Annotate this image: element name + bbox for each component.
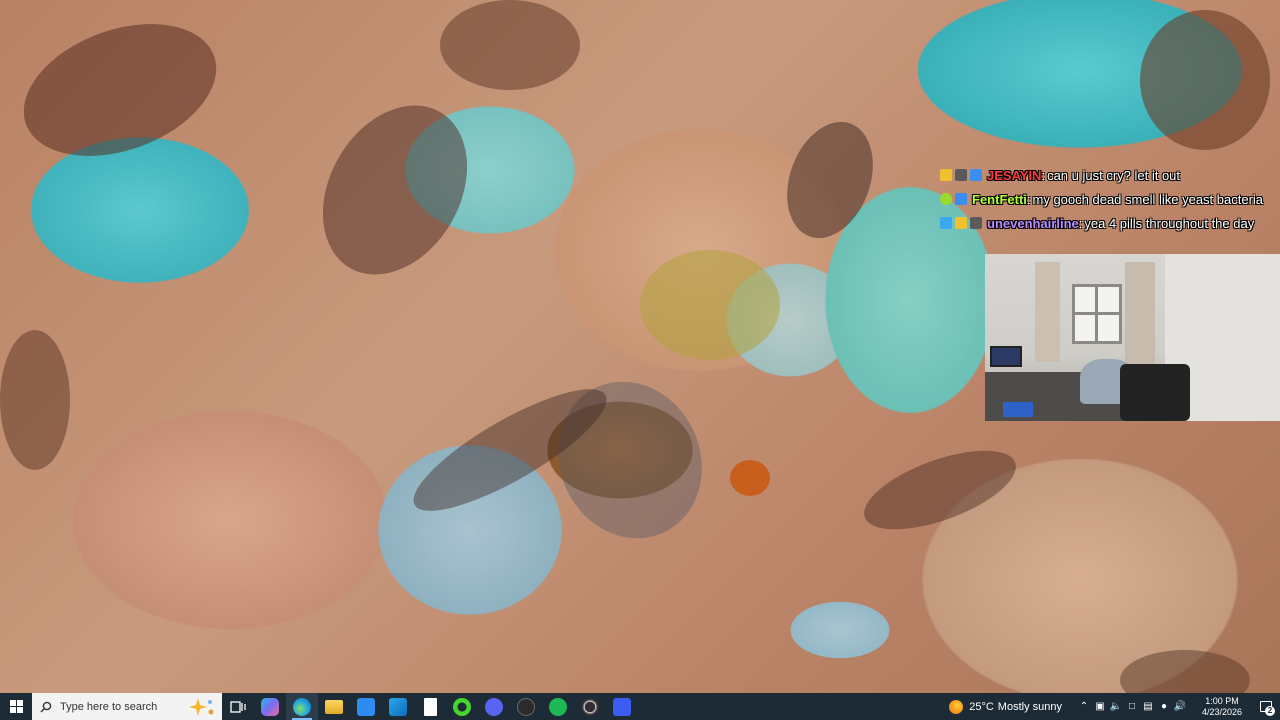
network-adapter-icon[interactable]: ▣ bbox=[1092, 693, 1108, 720]
chat-text: can u just cry? let it out bbox=[1047, 167, 1181, 183]
crown-badge-icon bbox=[940, 169, 952, 181]
badge-icon bbox=[955, 169, 967, 181]
discord-button[interactable] bbox=[478, 693, 510, 720]
weather-temp: 25°C bbox=[969, 700, 994, 713]
microsoft-store-button[interactable] bbox=[350, 693, 382, 720]
taskbar-clock[interactable]: 1:00 PM 4/23/2026 bbox=[1192, 696, 1252, 718]
media-player-icon bbox=[517, 697, 535, 716]
file-explorer-button[interactable] bbox=[318, 693, 350, 720]
chat-username: FentFetti bbox=[972, 191, 1027, 207]
system-tray: 25°C Mostly sunny ⌃ ▣ 🔈 □ ▤ ● 🔊 1:00 PM … bbox=[949, 693, 1280, 720]
notepad-icon bbox=[423, 697, 437, 716]
file-explorer-icon bbox=[325, 699, 343, 714]
windows-logo-icon bbox=[9, 700, 23, 713]
razer-button[interactable] bbox=[446, 693, 478, 720]
search-highlight-icon bbox=[184, 696, 218, 718]
task-view-icon bbox=[230, 700, 246, 713]
chat-username: JESAYIN bbox=[987, 167, 1042, 183]
clock-time: 1:00 PM bbox=[1205, 695, 1239, 706]
microsoft-store-icon bbox=[357, 697, 375, 716]
chat-message: unevenhairline : yea 4 pills throughout … bbox=[940, 211, 1280, 235]
folder-tray-icon[interactable]: □ bbox=[1124, 693, 1140, 720]
sun-icon bbox=[949, 699, 964, 714]
outlook-icon bbox=[389, 697, 407, 716]
copilot-button[interactable] bbox=[254, 693, 286, 720]
speaker-icon[interactable]: 🔈 bbox=[1108, 693, 1124, 720]
edge-button[interactable] bbox=[286, 693, 318, 720]
chat-message: JESAYIN : can u just cry? let it out bbox=[940, 163, 1280, 187]
chat-message: FentFetti : my gooch dead smell like yea… bbox=[940, 187, 1280, 211]
stream-chat-overlay: JESAYIN : can u just cry? let it out Fen… bbox=[940, 163, 1280, 235]
weather-widget[interactable]: 25°C Mostly sunny bbox=[949, 699, 1062, 714]
microphone-icon[interactable]: ● bbox=[1156, 693, 1172, 720]
app-button[interactable] bbox=[606, 693, 638, 720]
spotify-button[interactable] bbox=[542, 693, 574, 720]
gem-badge-icon bbox=[955, 193, 967, 205]
copilot-icon bbox=[261, 697, 279, 716]
start-button[interactable] bbox=[0, 693, 32, 720]
network-icon[interactable]: ▤ bbox=[1140, 693, 1156, 720]
taskbar-search[interactable]: Type here to search bbox=[32, 693, 222, 720]
notification-center-button[interactable]: 2 bbox=[1252, 693, 1280, 720]
chevron-up-icon[interactable]: ⌃ bbox=[1076, 693, 1092, 720]
gem-badge-icon bbox=[970, 169, 982, 181]
task-view-button[interactable] bbox=[222, 693, 254, 720]
green-badge-icon bbox=[940, 193, 952, 205]
spotify-icon bbox=[549, 697, 567, 716]
media-player-button[interactable] bbox=[510, 693, 542, 720]
notification-count: 2 bbox=[1265, 706, 1275, 716]
webcam-overlay bbox=[985, 254, 1280, 421]
weather-condition: Mostly sunny bbox=[997, 700, 1062, 713]
volume-icon[interactable]: 🔊 bbox=[1172, 693, 1188, 720]
outlook-button[interactable] bbox=[382, 693, 414, 720]
razer-icon bbox=[453, 697, 471, 716]
edge-icon bbox=[293, 697, 311, 716]
chat-username: unevenhairline bbox=[987, 215, 1079, 231]
app-blue-icon bbox=[613, 697, 631, 716]
chat-text: yea 4 pills throughout the day bbox=[1084, 215, 1255, 231]
obs-icon bbox=[581, 697, 599, 716]
notepad-button[interactable] bbox=[414, 693, 446, 720]
badge-icon bbox=[970, 217, 982, 229]
search-icon bbox=[40, 701, 52, 712]
discord-icon bbox=[485, 697, 503, 716]
clock-date: 4/23/2026 bbox=[1201, 706, 1243, 717]
search-placeholder: Type here to search bbox=[60, 700, 158, 713]
chat-text: my gooch dead smell like yeast bacteria bbox=[1032, 191, 1264, 207]
taskbar: Type here to search 25°C Mostly sunny ⌃ … bbox=[0, 693, 1280, 720]
crown-badge-icon bbox=[955, 217, 967, 229]
obs-button[interactable] bbox=[574, 693, 606, 720]
prime-badge-icon bbox=[940, 217, 952, 229]
